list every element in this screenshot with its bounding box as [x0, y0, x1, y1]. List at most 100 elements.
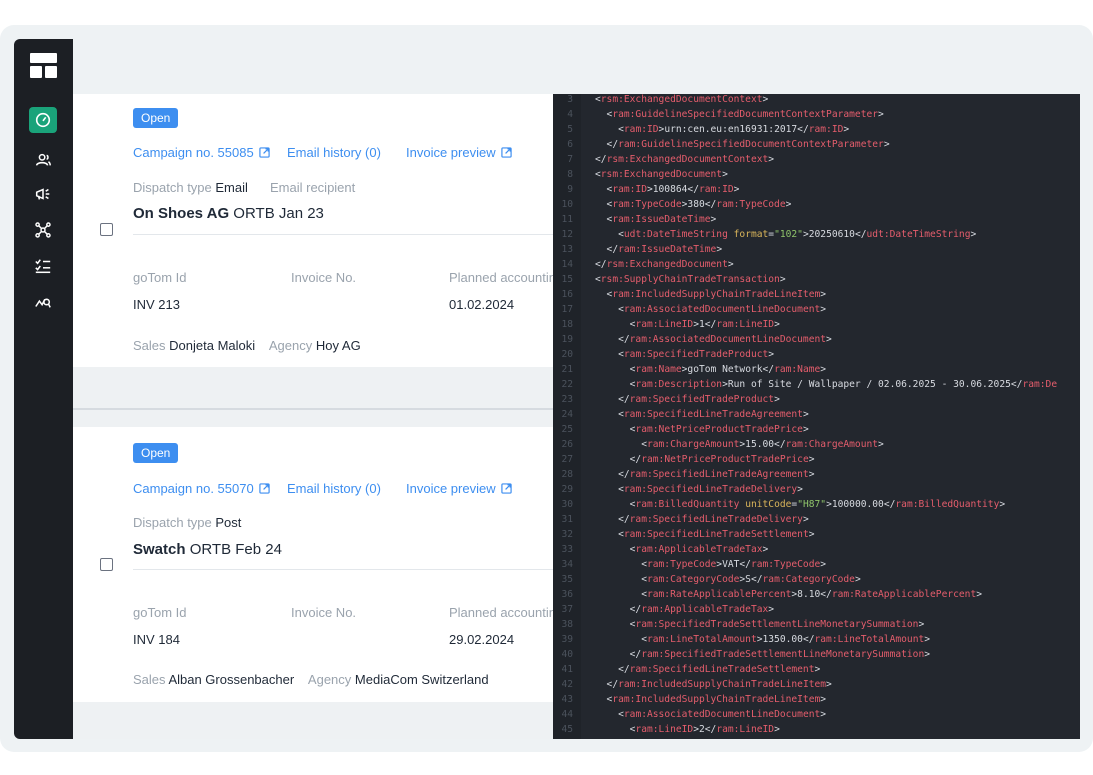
campaign-link[interactable]: Campaign no. 55085 [133, 145, 270, 160]
dispatch-type: Dispatch type Email [133, 180, 248, 195]
code-line: 30 <ram:BilledQuantity unitCode="H87">10… [553, 497, 1080, 512]
line-number: 8 [567, 169, 573, 180]
checklist-icon[interactable] [28, 253, 58, 279]
line-number: 28 [561, 469, 573, 480]
code-text: <ram:CategoryCode>S</ram:CategoryCode> [595, 574, 861, 585]
card-footer [73, 702, 553, 739]
code-text: </ram:SpecifiedTradeSettlementLineMoneta… [595, 649, 931, 660]
sales-value: Alban Grossenbacher [168, 672, 295, 687]
code-text: <ram:SpecifiedTradeProduct> [595, 349, 775, 360]
agency-label: Agency [307, 672, 352, 687]
external-link-icon [500, 483, 512, 494]
invoice-title: Swatch ORTB Feb 24 [133, 541, 282, 558]
sales-label: Sales [133, 338, 166, 353]
code-line: 7 </rsm:ExchangedDocumentContext> [553, 152, 1080, 167]
gotom-id-value: INV 184 [133, 632, 180, 647]
divider [133, 234, 553, 235]
code-text: <ram:LineTotalAmount>1350.00</ram:LineTo… [595, 634, 931, 645]
line-number: 24 [561, 409, 573, 420]
email-history-link[interactable]: Email history (0) [287, 145, 381, 160]
line-number: 40 [561, 649, 573, 660]
line-number: 20 [561, 349, 573, 360]
code-line: 22 <ram:Description>Run of Site / Wallpa… [553, 377, 1080, 392]
line-number: 45 [561, 724, 573, 735]
sales-value: Donjeta Maloki [169, 338, 256, 353]
code-text: <ram:LineID>1</ram:LineID> [595, 319, 780, 330]
invoice-preview-link[interactable]: Invoice preview [406, 481, 512, 496]
code-line: 31 </ram:SpecifiedLineTradeDelivery> [553, 512, 1080, 527]
sidebar [14, 39, 73, 739]
campaign-link-label: Campaign no. 55085 [133, 145, 254, 160]
line-number: 43 [561, 694, 573, 705]
line-number: 7 [567, 154, 573, 165]
network-icon[interactable] [28, 217, 58, 243]
line-number: 16 [561, 289, 573, 300]
line-number: 26 [561, 439, 573, 450]
line-number: 33 [561, 544, 573, 555]
invoice-card: Open Campaign no. 55085 Email history (0… [73, 94, 553, 367]
line-number: 32 [561, 529, 573, 540]
code-line: 24 <ram:SpecifiedLineTradeAgreement> [553, 407, 1080, 422]
code-line: 15 <rsm:SupplyChainTradeTransaction> [553, 272, 1080, 287]
code-text: </ram:AssociatedDocumentLineDocument> [595, 334, 832, 345]
line-number: 23 [561, 394, 573, 405]
code-line: 23 </ram:SpecifiedTradeProduct> [553, 392, 1080, 407]
invoice-subtitle: ORTB Jan 23 [233, 205, 324, 222]
code-text: <ram:ApplicableTradeTax> [595, 544, 769, 555]
dispatch-value: Email [215, 180, 248, 195]
code-line: 10 <ram:TypeCode>380</ram:TypeCode> [553, 197, 1080, 212]
line-number: 42 [561, 679, 573, 690]
dispatch-value: Post [215, 515, 242, 530]
code-line: 44 <ram:AssociatedDocumentLineDocument> [553, 707, 1080, 722]
line-number: 41 [561, 664, 573, 675]
code-text: <ram:IncludedSupplyChainTradeLineItem> [595, 694, 827, 705]
code-text: <ram:ID>100864</ram:ID> [595, 184, 740, 195]
planned-accounting-value: 29.02.2024 [449, 632, 515, 647]
code-text: <ram:ID>urn:cen.eu:en16931:2017</ram:ID> [595, 124, 850, 135]
email-history-label: Email history (0) [287, 481, 381, 496]
dispatch-label: Dispatch type [133, 180, 212, 195]
code-text: <ram:ChargeAmount>15.00</ram:ChargeAmoun… [595, 439, 884, 450]
code-line: 32 <ram:SpecifiedLineTradeSettlement> [553, 527, 1080, 542]
code-line: 16 <ram:IncludedSupplyChainTradeLineItem… [553, 287, 1080, 302]
users-icon[interactable] [28, 147, 58, 173]
code-text: <ram:Description>Run of Site / Wallpaper… [595, 379, 1058, 390]
line-number: 10 [561, 199, 573, 210]
code-line: 35 <ram:CategoryCode>S</ram:CategoryCode… [553, 572, 1080, 587]
code-text: <rsm:ExchangedDocumentContext> [595, 94, 769, 105]
code-line: 21 <ram:Name>goTom Network</ram:Name> [553, 362, 1080, 377]
campaign-megaphone-icon[interactable] [28, 181, 58, 207]
row-checkbox[interactable] [100, 223, 113, 236]
line-number: 44 [561, 709, 573, 720]
agency-value: MediaCom Switzerland [354, 672, 489, 687]
code-line: 8 <rsm:ExchangedDocument> [553, 167, 1080, 182]
code-line: 6 </ram:GuidelineSpecifiedDocumentContex… [553, 137, 1080, 152]
code-text: <ram:GuidelineSpecifiedDocumentContextPa… [595, 109, 884, 120]
row-checkbox[interactable] [100, 558, 113, 571]
email-history-label: Email history (0) [287, 145, 381, 160]
code-line: 4 <ram:GuidelineSpecifiedDocumentContext… [553, 107, 1080, 122]
code-line: 5 <ram:ID>urn:cen.eu:en16931:2017</ram:I… [553, 122, 1080, 137]
sales-info: Sales Alban Grossenbacher Agency MediaCo… [133, 672, 489, 687]
analytics-icon[interactable] [28, 289, 58, 315]
email-history-link[interactable]: Email history (0) [287, 481, 381, 496]
line-number: 14 [561, 259, 573, 270]
code-line: 26 <ram:ChargeAmount>15.00</ram:ChargeAm… [553, 437, 1080, 452]
invoice-preview-link[interactable]: Invoice preview [406, 145, 512, 160]
invoice-preview-label: Invoice preview [406, 145, 496, 160]
email-recipient-label: Email recipient [270, 180, 356, 195]
code-line: 27 </ram:NetPriceProductTradePrice> [553, 452, 1080, 467]
xml-code-viewer[interactable]: 3 <rsm:ExchangedDocumentContext> 4 <ram:Gu… [553, 94, 1080, 739]
dashboard-gauge-icon[interactable] [29, 107, 57, 133]
campaign-link[interactable]: Campaign no. 55070 [133, 481, 270, 496]
code-line: 17 <ram:AssociatedDocumentLineDocument> [553, 302, 1080, 317]
code-line: 34 <ram:TypeCode>VAT</ram:TypeCode> [553, 557, 1080, 572]
section-separator [73, 408, 553, 427]
line-number: 3 [567, 94, 573, 105]
top-bar [73, 39, 1080, 94]
col-header-invoice-no: Invoice No. [291, 605, 357, 620]
layout-logo-icon[interactable] [30, 53, 57, 78]
col-header-gotom-id: goTom Id [133, 270, 187, 285]
col-header-planned-accounting: Planned accountin [449, 605, 553, 620]
code-line: 19 </ram:AssociatedDocumentLineDocument> [553, 332, 1080, 347]
